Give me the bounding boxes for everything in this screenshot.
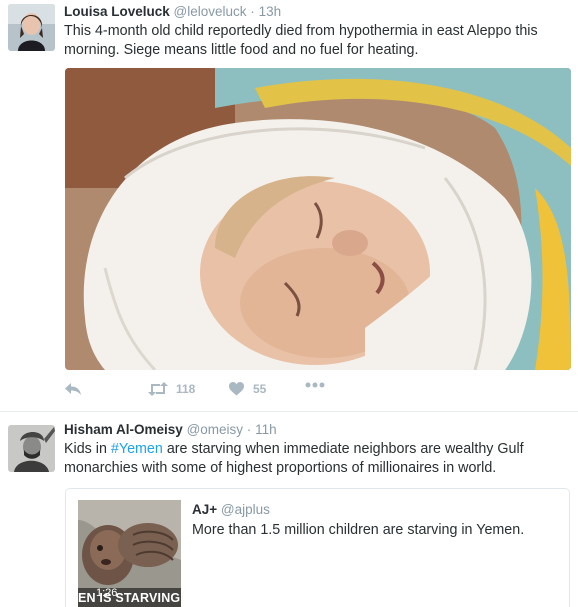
- separator-dot: ·: [246, 422, 252, 437]
- thumbnail-caption: EN IS STARVING: [78, 588, 181, 607]
- tweet-header: Hisham Al-Omeisy @omeisy · 11h: [64, 422, 277, 437]
- avatar-louisa[interactable]: [8, 4, 55, 51]
- more-button[interactable]: [305, 382, 325, 388]
- heart-icon: [229, 382, 244, 396]
- avatar-hisham[interactable]: [8, 425, 55, 472]
- quoted-header: AJ+ @ajplus: [192, 502, 270, 517]
- quoted-text: More than 1.5 million children are starv…: [192, 522, 525, 538]
- tweet-text: This 4-month old child reportedly died f…: [64, 23, 538, 58]
- tweet-actions: 118 55: [64, 382, 364, 402]
- reply-button[interactable]: [64, 382, 82, 396]
- tweet-header: Louisa Loveluck @leloveluck · 13h: [64, 4, 281, 19]
- hashtag-link[interactable]: #Yemen: [111, 441, 163, 457]
- timestamp[interactable]: 13h: [259, 4, 282, 19]
- video-thumbnail[interactable]: EN IS STARVING 1:26: [78, 500, 181, 607]
- like-count: 55: [253, 382, 267, 396]
- quoted-author-name[interactable]: AJ+: [192, 502, 217, 517]
- like-button[interactable]: 55: [229, 382, 266, 396]
- author-name[interactable]: Hisham Al-Omeisy: [64, 422, 183, 437]
- tweet-text: Kids in #Yemen are starving when immedia…: [64, 440, 564, 478]
- reply-icon: [64, 382, 82, 396]
- quoted-author-handle[interactable]: @ajplus: [221, 502, 270, 517]
- author-name[interactable]: Louisa Loveluck: [64, 4, 170, 19]
- retweet-button[interactable]: 118: [147, 382, 195, 396]
- retweet-count: 118: [176, 382, 196, 396]
- retweet-icon: [147, 382, 169, 396]
- tweet-1[interactable]: Louisa Loveluck @leloveluck · 13h This 4…: [0, 0, 578, 411]
- author-handle[interactable]: @leloveluck: [174, 4, 247, 19]
- quoted-tweet[interactable]: EN IS STARVING 1:26 AJ+ @ajplus More tha…: [65, 488, 570, 607]
- tweet-text-before: Kids in: [64, 441, 111, 457]
- author-handle[interactable]: @omeisy: [187, 422, 243, 437]
- more-icon: [305, 382, 325, 388]
- timestamp[interactable]: 11h: [255, 422, 277, 437]
- separator-dot: ·: [250, 4, 255, 19]
- video-duration: 1:26: [96, 587, 118, 599]
- tweet-photo[interactable]: [65, 68, 571, 370]
